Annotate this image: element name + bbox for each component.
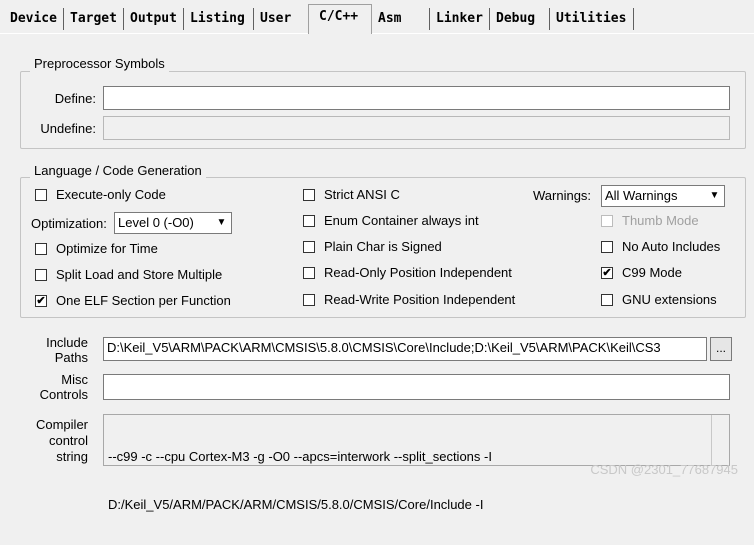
- one-elf-label: One ELF Section per Function: [56, 293, 231, 308]
- gnu-ext-checkbox[interactable]: [601, 294, 613, 306]
- warnings-select[interactable]: All Warnings ▼: [601, 185, 725, 207]
- strict-ansi-checkbox[interactable]: [303, 189, 315, 201]
- gnu-ext-label: GNU extensions: [622, 292, 717, 307]
- warnings-value: All Warnings: [605, 188, 678, 203]
- enum-container-checkbox[interactable]: [303, 215, 315, 227]
- plain-char-label: Plain Char is Signed: [324, 239, 442, 254]
- include-label-line1: Include: [46, 335, 88, 350]
- rw-pi-label: Read-Write Position Independent: [324, 292, 516, 307]
- tab-end-divider: [633, 8, 634, 30]
- compiler-label-line2: control: [48, 433, 88, 448]
- no-auto-includes-checkbox[interactable]: [601, 241, 613, 253]
- compiler-label-line1: Compiler: [35, 417, 88, 432]
- checkmark-icon: ✔: [602, 267, 612, 279]
- compiler-line2: D:/Keil_V5/ARM/PACK/ARM/CMSIS/5.8.0/CMSI…: [108, 497, 484, 512]
- misc-controls-label: Misc Controls: [24, 372, 88, 402]
- tab-target[interactable]: Target: [66, 8, 124, 30]
- compiler-control-string: --c99 -c --cpu Cortex-M3 -g -O0 --apcs=i…: [103, 414, 730, 512]
- optimization-label: Optimization:: [31, 216, 107, 231]
- strict-ansi-label: Strict ANSI C: [324, 187, 400, 202]
- watermark: CSDN @2301_77687945: [590, 462, 738, 477]
- checkmark-icon: ✔: [36, 295, 46, 307]
- include-paths-input[interactable]: D:\Keil_V5\ARM\PACK\ARM\CMSIS\5.8.0\CMSI…: [103, 337, 707, 361]
- ro-pi-checkbox[interactable]: [303, 267, 315, 279]
- no-auto-includes-label: No Auto Includes: [622, 239, 721, 254]
- plain-char-checkbox[interactable]: [303, 241, 315, 253]
- include-label-line2: Paths: [54, 350, 88, 365]
- split-load-label: Split Load and Store Multiple: [56, 267, 223, 282]
- one-elf-checkbox[interactable]: ✔: [35, 295, 47, 307]
- thumb-mode-checkbox[interactable]: [601, 215, 613, 227]
- warnings-label: Warnings:: [533, 188, 592, 203]
- optimize-time-label: Optimize for Time: [56, 241, 158, 256]
- tab-linker[interactable]: Linker: [432, 8, 490, 30]
- c99-mode-checkbox[interactable]: ✔: [601, 267, 613, 279]
- compiler-control-scrollbar[interactable]: [711, 415, 729, 465]
- undefine-input[interactable]: [103, 116, 730, 140]
- compiler-control-label: Compiler control string: [24, 417, 88, 465]
- tab-output[interactable]: Output: [126, 8, 184, 30]
- chevron-down-icon: ▼: [213, 214, 230, 232]
- chevron-down-icon: ▼: [706, 187, 723, 205]
- c99-mode-label: C99 Mode: [622, 265, 682, 280]
- misc-label-line1: Misc: [61, 372, 88, 387]
- optimization-value: Level 0 (-O0): [118, 215, 194, 230]
- execute-only-label: Execute-only Code: [56, 187, 166, 202]
- thumb-mode-label: Thumb Mode: [622, 213, 699, 228]
- language-title: Language / Code Generation: [30, 163, 206, 179]
- tab-asm[interactable]: Asm: [374, 8, 430, 30]
- ro-pi-label: Read-Only Position Independent: [324, 265, 512, 280]
- define-input[interactable]: [103, 86, 730, 110]
- define-label: Define:: [54, 91, 96, 106]
- tab-user[interactable]: User: [256, 8, 308, 30]
- include-paths-label: Include Paths: [24, 335, 88, 365]
- optimize-time-checkbox[interactable]: [35, 243, 47, 255]
- misc-label-line2: Controls: [39, 387, 88, 402]
- include-paths-browse-button[interactable]: ...: [710, 337, 732, 361]
- execute-only-checkbox[interactable]: [35, 189, 47, 201]
- tab-utilities[interactable]: Utilities: [552, 8, 634, 30]
- tab-debug[interactable]: Debug: [492, 8, 550, 30]
- tab-bar: Device Target Output Listing User C/C++ …: [0, 0, 754, 34]
- tab-cpp[interactable]: C/C++: [308, 4, 372, 34]
- compiler-label-line3: string: [56, 449, 88, 464]
- tab-device[interactable]: Device: [6, 8, 64, 30]
- undefine-label: Undefine:: [40, 121, 96, 136]
- misc-controls-input[interactable]: [103, 374, 730, 400]
- optimization-select[interactable]: Level 0 (-O0) ▼: [114, 212, 232, 234]
- tab-listing[interactable]: Listing: [186, 8, 254, 30]
- enum-container-label: Enum Container always int: [324, 213, 479, 228]
- preprocessor-title: Preprocessor Symbols: [30, 56, 169, 72]
- split-load-checkbox[interactable]: [35, 269, 47, 281]
- rw-pi-checkbox[interactable]: [303, 294, 315, 306]
